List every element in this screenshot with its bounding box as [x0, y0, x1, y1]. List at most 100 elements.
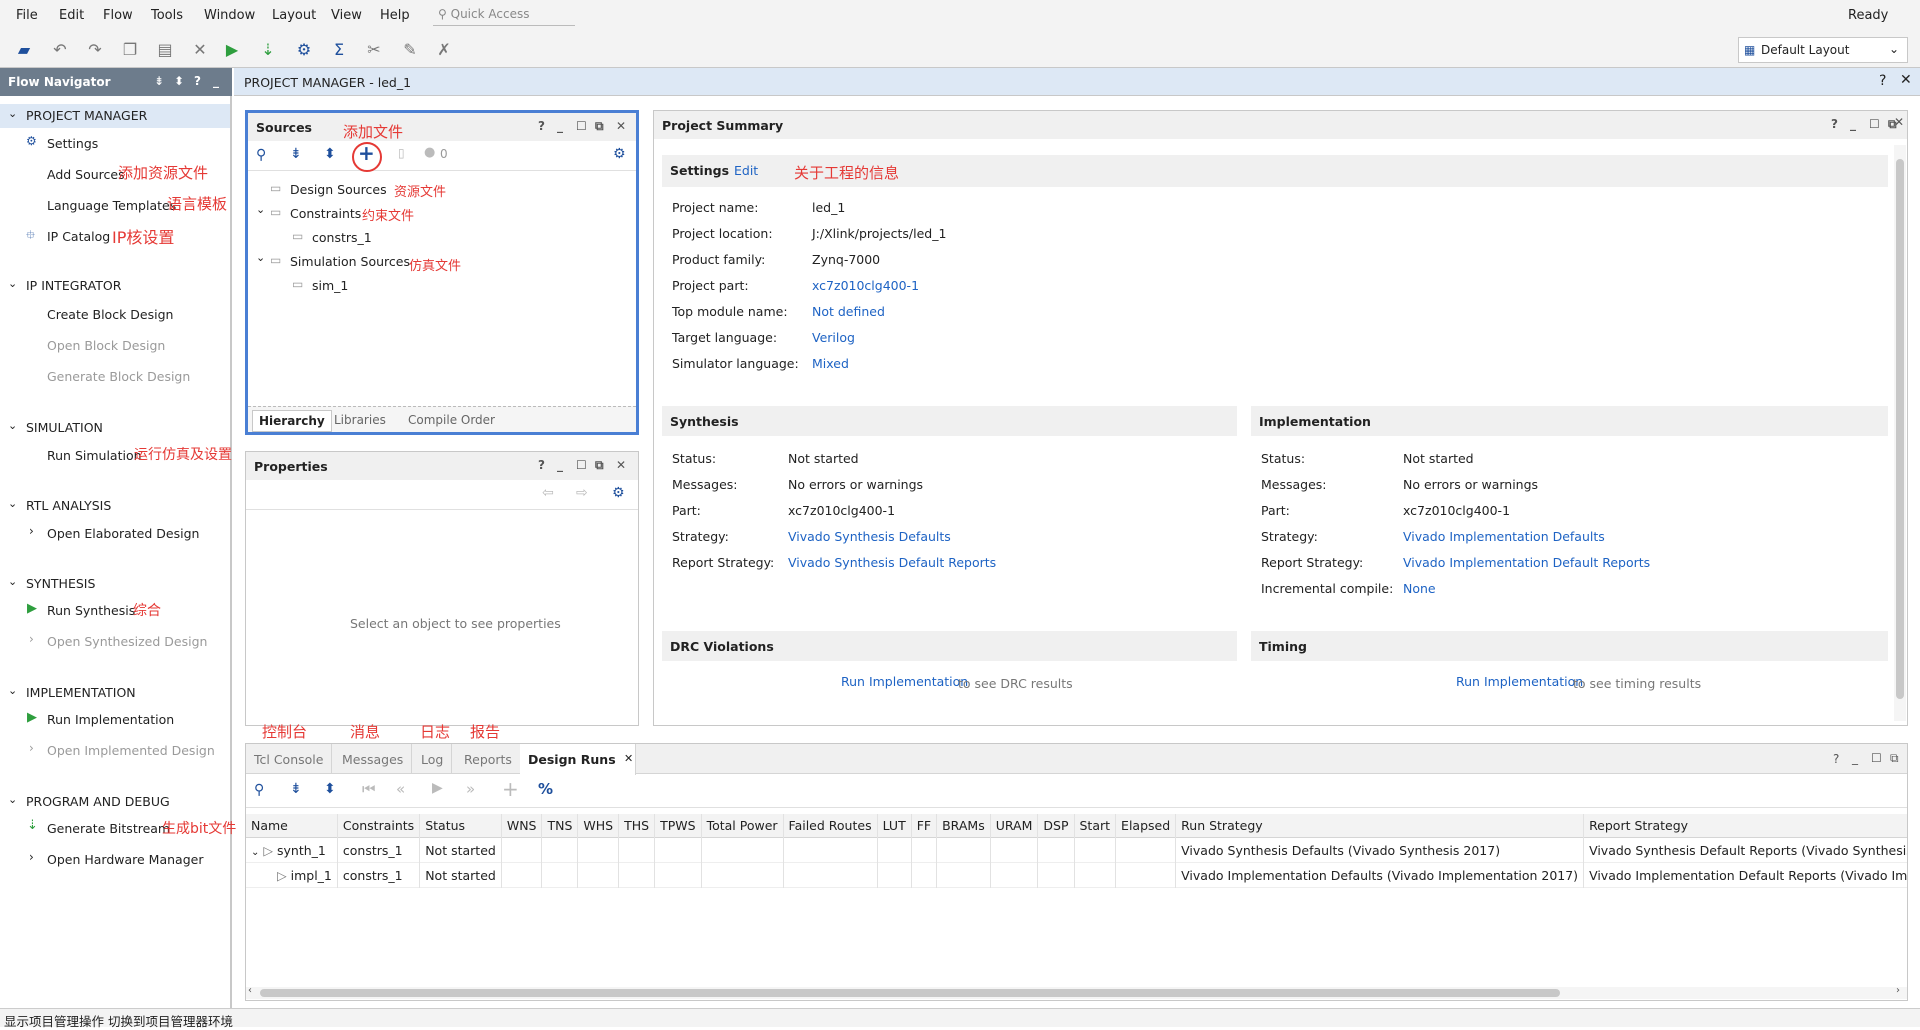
maximize-icon[interactable]: ☐ — [1871, 751, 1882, 765]
chevron-right-icon[interactable]: › — [29, 524, 34, 538]
first-icon[interactable]: ⏮ — [362, 780, 376, 798]
minimize-icon[interactable]: _ — [1850, 117, 1856, 131]
section-program-debug[interactable]: ⌄ PROGRAM AND DEBUG — [0, 790, 230, 812]
tab-design-runs[interactable]: Design Runs — [520, 744, 636, 775]
nav-open-block-design[interactable]: Open Block Design — [47, 338, 165, 353]
tree-design-sources[interactable]: Design Sources — [290, 182, 387, 197]
pencil-icon[interactable]: ✎ — [400, 40, 420, 60]
expand-all-icon[interactable]: ⬍ — [174, 74, 184, 88]
nav-add-sources[interactable]: Add Sources — [47, 167, 125, 182]
col-report-strategy[interactable]: Report Strategy — [1583, 814, 1907, 838]
maximize-icon[interactable]: ☐ — [576, 119, 587, 133]
col-run-strategy[interactable]: Run Strategy — [1175, 814, 1585, 838]
col-brams[interactable]: BRAMs — [936, 814, 991, 838]
nav-settings[interactable]: Settings — [47, 136, 98, 151]
settings-edit-link[interactable]: Edit — [734, 163, 758, 178]
col-start[interactable]: Start — [1074, 814, 1117, 838]
play-icon[interactable]: ▶ — [432, 780, 443, 796]
impl-incremental-link[interactable]: None — [1403, 581, 1436, 596]
chevron-down-icon[interactable]: ⌄ — [251, 847, 259, 858]
col-uram[interactable]: URAM — [990, 814, 1039, 838]
search-icon[interactable]: ⚲ — [256, 147, 266, 163]
float-icon[interactable]: ⧉ — [595, 119, 604, 134]
tab-log[interactable]: Log — [413, 744, 453, 774]
menu-help[interactable]: Help — [380, 8, 410, 23]
synth-strategy-link[interactable]: Vivado Synthesis Defaults — [788, 529, 951, 544]
value-project-part-link[interactable]: xc7z010clg400-1 — [812, 278, 919, 293]
add-icon[interactable]: + — [502, 777, 519, 801]
collapse-all-icon[interactable]: ⇟ — [290, 146, 302, 162]
tab-hierarchy[interactable]: Hierarchy — [252, 410, 332, 432]
value-top-module-link[interactable]: Not defined — [812, 304, 885, 319]
col-tpws[interactable]: TPWS — [654, 814, 702, 838]
tool-disabled-icon[interactable]: ✂ — [364, 40, 384, 60]
col-constraints[interactable]: Constraints — [337, 814, 421, 838]
help-icon[interactable]: ? — [538, 119, 545, 133]
col-total-power[interactable]: Total Power — [701, 814, 784, 838]
col-failed-routes[interactable]: Failed Routes — [783, 814, 878, 838]
settings-gear-icon[interactable]: ⚙ — [294, 40, 314, 60]
float-icon[interactable]: ⧉ — [1890, 751, 1899, 766]
impl-report-strategy-link[interactable]: Vivado Implementation Default Reports — [1403, 555, 1650, 570]
copy-icon[interactable]: ❐ — [120, 40, 140, 60]
menu-edit[interactable]: Edit — [59, 8, 84, 23]
float-icon[interactable]: ⧉ — [595, 458, 604, 473]
nav-language-templates[interactable]: Language Templates — [47, 198, 176, 213]
nav-run-simulation[interactable]: Run Simulation — [47, 448, 142, 463]
minimize-icon[interactable]: _ — [213, 74, 219, 88]
clear-icon[interactable]: ✗ — [434, 40, 454, 60]
section-project-manager[interactable]: ⌄ PROJECT MANAGER — [0, 104, 230, 128]
minimize-icon[interactable]: _ — [1852, 751, 1858, 765]
vertical-scrollbar[interactable] — [1894, 145, 1906, 721]
nav-open-hardware-manager[interactable]: Open Hardware Manager — [47, 852, 203, 867]
nav-generate-bitstream[interactable]: Generate Bitstream — [47, 821, 170, 836]
col-lut[interactable]: LUT — [877, 814, 912, 838]
maximize-icon[interactable]: ☐ — [1869, 117, 1880, 131]
chevron-down-icon[interactable]: ⌄ — [256, 251, 265, 264]
quick-access-search[interactable]: ⚲ Quick Access — [433, 4, 575, 26]
tab-messages[interactable]: Messages — [334, 744, 413, 774]
section-implementation[interactable]: ⌄ IMPLEMENTATION — [0, 681, 230, 703]
close-icon[interactable]: ✕ — [616, 119, 626, 133]
value-simulator-language-link[interactable]: Mixed — [812, 356, 849, 371]
help-icon[interactable]: ? — [194, 74, 201, 88]
chevron-right-icon[interactable]: › — [29, 632, 34, 646]
close-icon[interactable]: ✕ — [1894, 115, 1904, 129]
section-simulation[interactable]: ⌄ SIMULATION — [0, 416, 230, 438]
nav-run-implementation[interactable]: Run Implementation — [47, 712, 174, 727]
col-wns[interactable]: WNS — [501, 814, 543, 838]
synth-report-strategy-link[interactable]: Vivado Synthesis Default Reports — [788, 555, 996, 570]
collapse-all-icon[interactable]: ⇟ — [290, 781, 302, 797]
layout-select[interactable]: ▦ Default Layout ⌄ — [1738, 37, 1908, 63]
nav-open-implemented-design[interactable]: Open Implemented Design — [47, 743, 215, 758]
nav-open-elaborated-design[interactable]: Open Elaborated Design — [47, 526, 199, 541]
expand-all-icon[interactable]: ⬍ — [324, 146, 336, 162]
horizontal-scrollbar[interactable]: ‹ › — [246, 985, 1907, 999]
tab-reports[interactable]: Reports — [456, 744, 521, 774]
col-name[interactable]: Name — [246, 814, 338, 838]
run-icon[interactable]: ▶ — [222, 40, 242, 60]
minimize-icon[interactable]: _ — [557, 458, 563, 472]
chevron-right-icon[interactable]: › — [29, 850, 34, 864]
maximize-icon[interactable]: ☐ — [576, 458, 587, 472]
minimize-icon[interactable]: _ — [557, 119, 563, 133]
forward-icon[interactable]: » — [466, 780, 475, 798]
cell-name[interactable]: ▷ impl_1 — [246, 862, 338, 888]
percent-icon[interactable]: % — [538, 780, 553, 798]
sigma-icon[interactable]: Σ — [329, 40, 349, 60]
nav-ip-catalog[interactable]: IP Catalog — [47, 229, 110, 244]
menu-window[interactable]: Window — [204, 8, 255, 23]
tree-sim-1[interactable]: sim_1 — [312, 278, 348, 293]
cell-name[interactable]: ⌄ ▷ synth_1 — [246, 837, 338, 863]
settings-gear-icon[interactable]: ⚙ — [612, 485, 625, 501]
col-elapsed[interactable]: Elapsed — [1115, 814, 1177, 838]
col-tns[interactable]: TNS — [541, 814, 579, 838]
menu-tools[interactable]: Tools — [151, 8, 183, 23]
help-icon[interactable]: ? — [1833, 752, 1839, 766]
col-dsp[interactable]: DSP — [1037, 814, 1075, 838]
col-whs[interactable]: WHS — [577, 814, 620, 838]
menu-flow[interactable]: Flow — [103, 8, 133, 23]
menu-layout[interactable]: Layout — [272, 8, 316, 23]
nav-open-synthesized-design[interactable]: Open Synthesized Design — [47, 634, 207, 649]
search-icon[interactable]: ⚲ — [254, 782, 264, 798]
